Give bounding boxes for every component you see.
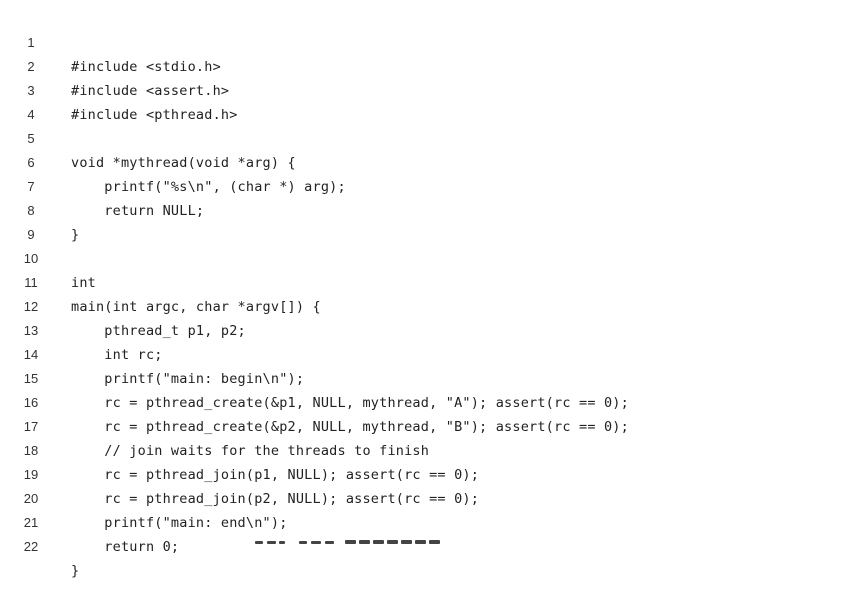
- code-line: 9: [0, 199, 860, 242]
- code-line: 2 #include <assert.h>: [0, 31, 860, 99]
- figure-caption-fragment: [255, 535, 455, 547]
- code-line: 10 int: [0, 223, 860, 291]
- code-line: 12 pthread_t p1, p2;: [0, 271, 860, 339]
- code-line: 15 rc = pthread_create(&p1, NULL, mythre…: [0, 343, 860, 411]
- code-line: 3 #include <pthread.h>: [0, 55, 860, 123]
- code-line: 6 printf("%s\n", (char *) arg);: [0, 127, 860, 195]
- code-line: 17 // join waits for the threads to fini…: [0, 391, 860, 459]
- code-listing: 1 #include <stdio.h> 2 #include <assert.…: [0, 7, 860, 579]
- line-number: 22: [23, 539, 39, 554]
- line-code: return 0;: [71, 539, 180, 555]
- code-line: 19 rc = pthread_join(p2, NULL); assert(r…: [0, 439, 860, 507]
- code-line: 7 return NULL;: [0, 151, 860, 219]
- code-line: 20 printf("main: end\n");: [0, 463, 860, 531]
- code-line: 21 return 0;: [0, 487, 860, 555]
- code-line: 1 #include <stdio.h>: [0, 7, 860, 75]
- code-line: 5 void *mythread(void *arg) {: [0, 103, 860, 171]
- code-line: 4: [0, 79, 860, 122]
- code-line: 16 rc = pthread_create(&p2, NULL, mythre…: [0, 367, 860, 435]
- line-code: }: [71, 563, 80, 579]
- code-line: 11 main(int argc, char *argv[]) {: [0, 247, 860, 315]
- code-line: 8 }: [0, 175, 860, 243]
- code-line: 13 int rc;: [0, 295, 860, 363]
- code-line: 14 printf("main: begin\n");: [0, 319, 860, 387]
- code-line: 18 rc = pthread_join(p1, NULL); assert(r…: [0, 415, 860, 483]
- code-line: 22 }: [0, 511, 860, 579]
